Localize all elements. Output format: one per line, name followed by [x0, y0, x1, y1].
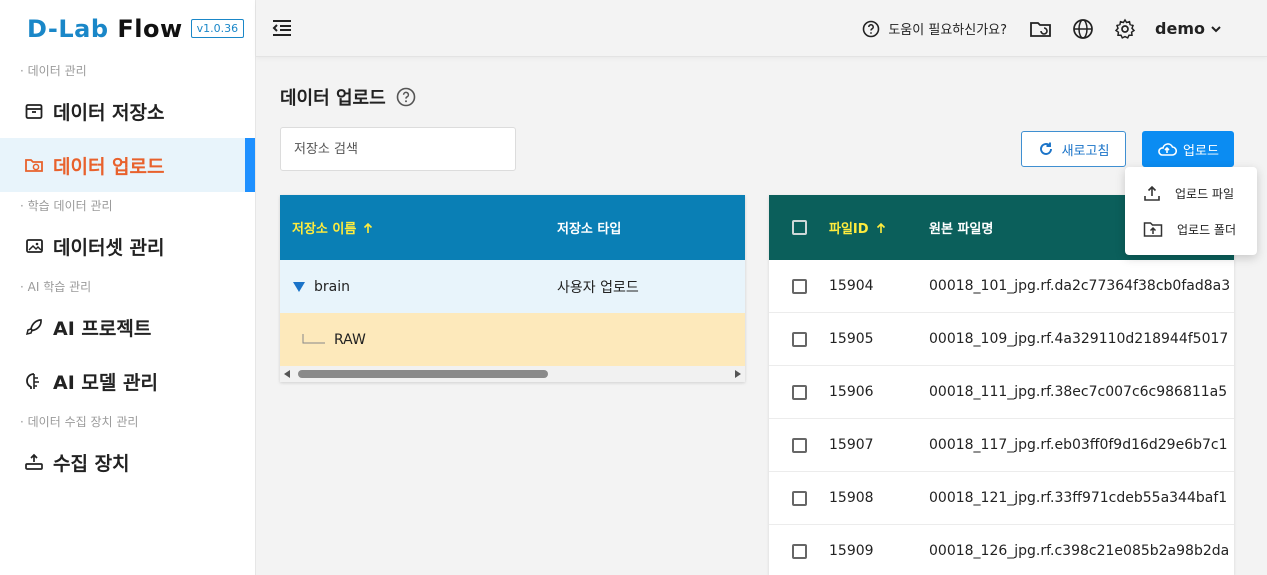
gear-icon[interactable]: [1113, 17, 1137, 41]
scroll-right-icon[interactable]: [735, 370, 741, 378]
help-text: 도움이 필요하신가요?: [888, 23, 1008, 38]
refresh-label: 새로고침: [1061, 143, 1110, 159]
sidebar-item-dataset[interactable]: 데이터셋 관리: [0, 219, 255, 273]
table-row[interactable]: 15908 00018_121_jpg.rf.33ff971cdeb55a344…: [769, 472, 1234, 525]
tree-branch-icon: [302, 333, 325, 343]
refresh-button[interactable]: 새로고침: [1021, 131, 1126, 167]
file-name: 00018_101_jpg.rf.da2c77364f38cb0fad8a3: [929, 278, 1231, 294]
file-name: 00018_117_jpg.rf.eb03ff0f9d16d29e6b7c1: [929, 437, 1228, 453]
sidebar-item-data-upload[interactable]: 데이터 업로드: [0, 138, 255, 192]
select-all-checkbox[interactable]: [791, 220, 807, 235]
sidebar-item-label: 수집 장치: [53, 452, 130, 475]
cloud-upload-icon: [1158, 143, 1178, 156]
logo[interactable]: D-Lab Flow: [27, 15, 183, 43]
sidebar: D-Lab Flow v1.0.36 · 데이터 관리 데이터 저장소 데이터 …: [0, 0, 256, 575]
row-checkbox[interactable]: [791, 490, 807, 506]
repo-search-input[interactable]: [280, 127, 516, 171]
column-header-file-id[interactable]: 파일ID: [829, 218, 929, 237]
rocket-icon: [24, 317, 44, 337]
table-row[interactable]: RAW: [280, 313, 745, 366]
menu-collapse-icon[interactable]: [270, 16, 294, 40]
sort-up-icon: [364, 222, 373, 233]
help-link[interactable]: 도움이 필요하신가요?: [862, 19, 1007, 38]
folder-sync-icon: [24, 155, 44, 175]
horizontal-scrollbar[interactable]: [280, 366, 745, 382]
file-id: 15904: [829, 278, 874, 294]
user-menu[interactable]: demo: [1155, 19, 1223, 38]
file-name: 00018_121_jpg.rf.33ff971cdeb55a344baf1: [929, 490, 1228, 506]
help-icon: [863, 20, 880, 37]
sidebar-item-label: AI 모델 관리: [53, 371, 158, 394]
repo-name: RAW: [334, 331, 366, 348]
column-header-file-name[interactable]: 원본 파일명: [929, 218, 993, 237]
repository-table: 저장소 이름 저장소 타입 brain 사용자 업로드 RAW: [280, 195, 745, 382]
refresh-icon: [1039, 142, 1052, 155]
column-header-repo-type[interactable]: 저장소 타입: [557, 218, 621, 237]
image-stack-icon: [24, 236, 44, 256]
file-upload-icon: [1144, 185, 1160, 201]
logo-row: D-Lab Flow v1.0.36: [0, 0, 255, 57]
menu-item-upload-folder[interactable]: 업로드 폴더: [1125, 211, 1257, 247]
user-name: demo: [1155, 19, 1205, 38]
table-row[interactable]: 15906 00018_111_jpg.rf.38ec7c007c6c98681…: [769, 366, 1234, 419]
row-checkbox[interactable]: [791, 384, 807, 400]
sidebar-item-device[interactable]: 수집 장치: [0, 435, 255, 489]
page-title: 데이터 업로드: [280, 84, 416, 110]
file-id: 15906: [829, 384, 874, 400]
file-name: 00018_111_jpg.rf.38ec7c007c6c986811a5: [929, 384, 1228, 400]
globe-icon[interactable]: [1071, 17, 1095, 41]
device-upload-icon: [24, 452, 44, 472]
header-actions: 도움이 필요하신가요? demo: [862, 0, 1223, 57]
table-row[interactable]: 15904 00018_101_jpg.rf.da2c77364f38cb0fa…: [769, 260, 1234, 313]
table-row[interactable]: brain 사용자 업로드: [280, 260, 745, 313]
row-checkbox[interactable]: [791, 437, 807, 453]
file-name: 00018_109_jpg.rf.4a329110d218944f5017: [929, 331, 1229, 347]
help-icon[interactable]: [396, 87, 416, 107]
archive-icon: [24, 101, 44, 121]
sidebar-item-data-storage[interactable]: 데이터 저장소: [0, 84, 255, 138]
file-id: 15909: [829, 543, 874, 559]
row-checkbox[interactable]: [791, 543, 807, 559]
folder-sync-icon[interactable]: [1029, 17, 1053, 41]
file-name: 00018_126_jpg.rf.c398c21e085b2a98b2da: [929, 543, 1230, 559]
brain-icon: [24, 371, 44, 391]
upload-dropdown-menu: 업로드 파일 업로드 폴더: [1125, 167, 1257, 255]
file-id: 15907: [829, 437, 874, 453]
sidebar-item-label: AI 프로젝트: [53, 317, 152, 340]
row-checkbox[interactable]: [791, 278, 807, 294]
upload-button[interactable]: 업로드: [1142, 131, 1234, 167]
table-header: 저장소 이름 저장소 타입: [280, 195, 745, 260]
upload-label: 업로드: [1183, 143, 1219, 159]
section-label-training: · 학습 데이터 관리: [20, 199, 113, 213]
row-checkbox[interactable]: [791, 331, 807, 347]
table-row[interactable]: 15907 00018_117_jpg.rf.eb03ff0f9d16d29e6…: [769, 419, 1234, 472]
sidebar-item-label: 데이터 업로드: [53, 155, 165, 178]
table-row[interactable]: 15905 00018_109_jpg.rf.4a329110d218944f5…: [769, 313, 1234, 366]
caret-down-icon[interactable]: [292, 281, 306, 293]
file-id: 15908: [829, 490, 874, 506]
repo-type: 사용자 업로드: [557, 279, 639, 296]
page-title-text: 데이터 업로드: [280, 88, 386, 109]
chevron-down-icon: [1211, 25, 1221, 32]
sidebar-item-ai-model[interactable]: AI 모델 관리: [0, 354, 255, 408]
table-row[interactable]: 15909 00018_126_jpg.rf.c398c21e085b2a98b…: [769, 525, 1234, 575]
sidebar-item-label: 데이터셋 관리: [53, 236, 165, 259]
top-header: 도움이 필요하신가요? demo: [256, 0, 1267, 57]
scrollbar-thumb[interactable]: [298, 370, 548, 378]
version-badge: v1.0.36: [190, 19, 245, 38]
section-label-ai: · AI 학습 관리: [20, 280, 92, 294]
section-label-data: · 데이터 관리: [20, 64, 87, 78]
sidebar-item-ai-project[interactable]: AI 프로젝트: [0, 300, 255, 354]
repo-name: brain: [314, 278, 350, 295]
folder-upload-icon: [1143, 222, 1163, 237]
section-label-device: · 데이터 수집 장치 관리: [20, 415, 139, 429]
column-header-repo-name[interactable]: 저장소 이름: [280, 218, 557, 237]
sidebar-item-label: 데이터 저장소: [53, 101, 165, 124]
file-id: 15905: [829, 331, 874, 347]
scroll-left-icon[interactable]: [284, 370, 290, 378]
menu-item-upload-file[interactable]: 업로드 파일: [1125, 175, 1257, 211]
sort-up-icon: [876, 222, 885, 233]
